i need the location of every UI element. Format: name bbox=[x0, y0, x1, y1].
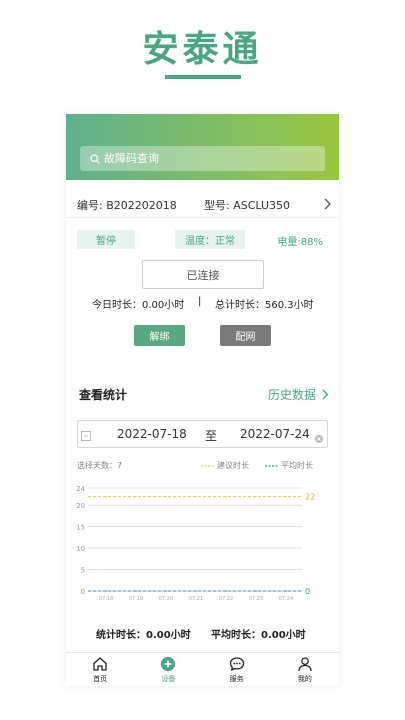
summary-row: 统计时长：0.00小时 平均时长：0.00小时 bbox=[66, 626, 339, 642]
x-tick-label: 07.23 bbox=[249, 596, 263, 602]
tab-label: 设备 bbox=[161, 675, 176, 683]
total-duration: 总计时长：560.3小时 bbox=[215, 300, 314, 311]
data-point bbox=[165, 590, 167, 592]
search-input[interactable] bbox=[104, 152, 319, 165]
series-end-label: 0 bbox=[305, 587, 310, 596]
time-row: 今日时长：0.00小时 | 总计时长：560.3小时 bbox=[66, 296, 339, 312]
tab-home[interactable]: 首页 bbox=[66, 653, 134, 686]
y-tick-label: 15 bbox=[76, 524, 85, 532]
home-icon bbox=[93, 657, 107, 671]
header-band bbox=[66, 114, 339, 180]
data-point bbox=[225, 495, 227, 498]
tab-bar: 首页 设备 服务 我的 bbox=[66, 652, 339, 686]
data-point bbox=[225, 590, 227, 592]
data-point bbox=[135, 590, 137, 592]
search-box[interactable] bbox=[80, 146, 325, 171]
x-tick-label: 07.22 bbox=[219, 596, 233, 602]
user-icon bbox=[298, 657, 312, 672]
tab-label: 服务 bbox=[229, 675, 244, 683]
x-tick-label: 07.24 bbox=[279, 596, 293, 602]
legend-suggest: 建议时长 bbox=[201, 461, 249, 470]
data-point bbox=[165, 495, 167, 498]
start-date[interactable]: 2022-07-18 bbox=[117, 427, 187, 441]
tab-label: 首页 bbox=[93, 675, 108, 683]
data-point bbox=[105, 495, 107, 498]
x-tick-label: 07.20 bbox=[159, 596, 173, 602]
x-tick-label: 07.18 bbox=[99, 596, 113, 602]
today-duration: 今日时长：0.00小时 bbox=[92, 300, 185, 311]
data-point bbox=[285, 495, 287, 498]
y-tick-label: 5 bbox=[81, 567, 85, 575]
average-duration: 平均时长：0.00小时 bbox=[211, 630, 306, 641]
legend-average: 平均时长 bbox=[265, 461, 313, 470]
data-point bbox=[135, 495, 137, 498]
history-data-label: 历史数据 bbox=[267, 388, 316, 402]
network-config-button[interactable]: 配网 bbox=[220, 325, 271, 346]
data-point bbox=[195, 495, 197, 498]
stat-duration: 统计时长：0.00小时 bbox=[96, 630, 191, 641]
days-row: 选择天数：7 建议时长 平均时长 bbox=[66, 458, 339, 472]
x-tick-label: 07.21 bbox=[189, 596, 203, 602]
days-selected: 选择天数：7 bbox=[77, 461, 123, 470]
data-point bbox=[105, 590, 107, 592]
app-title: 安泰通 bbox=[142, 29, 263, 70]
end-date[interactable]: 2022-07-24 bbox=[240, 427, 310, 441]
x-tick-label: 07.19 bbox=[129, 596, 143, 602]
device-number: 编号: B202202018 bbox=[77, 198, 177, 212]
chat-icon bbox=[229, 657, 244, 672]
history-data-link[interactable]: 历史数据 bbox=[268, 386, 329, 403]
data-point bbox=[255, 495, 257, 498]
device-model: 型号: ASCLU350 bbox=[204, 198, 291, 212]
chevron-right-icon[interactable] bbox=[323, 198, 331, 210]
series-end-label: 22 bbox=[305, 493, 315, 502]
data-point bbox=[195, 590, 197, 592]
date-range-picker[interactable]: 2022-07-18 至 2022-07-24 bbox=[77, 420, 328, 448]
stats-header: 查看统计 历史数据 bbox=[66, 386, 339, 404]
data-point bbox=[255, 590, 257, 592]
separator: | bbox=[198, 296, 202, 307]
y-tick-label: 20 bbox=[76, 502, 85, 510]
title-underline bbox=[165, 75, 241, 79]
phone-screen: 编号: B202202018 型号: ASCLU350 暂停 温度：正常 电量:… bbox=[66, 114, 339, 686]
search-icon bbox=[90, 149, 100, 168]
plus-circle-icon bbox=[161, 657, 176, 671]
data-point bbox=[285, 590, 287, 592]
unbind-button[interactable]: 解绑 bbox=[134, 325, 185, 346]
stats-title: 查看统计 bbox=[79, 388, 128, 402]
date-separator: 至 bbox=[205, 429, 218, 443]
connection-status-button[interactable]: 已连接 bbox=[142, 260, 264, 289]
y-tick-label: 10 bbox=[76, 545, 85, 553]
temperature-badge: 温度：正常 bbox=[175, 230, 245, 249]
tab-device[interactable]: 设备 bbox=[134, 653, 202, 686]
status-row: 暂停 温度：正常 电量:88% bbox=[66, 228, 339, 250]
duration-chart: 0 5 10 15 20 24 07.18 07.19 07.20 07.21 07.22 07.23… bbox=[76, 485, 315, 602]
tab-profile[interactable]: 我的 bbox=[271, 653, 339, 686]
calendar-icon bbox=[81, 430, 91, 441]
clear-icon[interactable] bbox=[315, 432, 323, 443]
device-info-row[interactable]: 编号: B202202018 型号: ASCLU350 bbox=[66, 192, 339, 218]
battery-level: 电量:88% bbox=[277, 237, 323, 248]
y-tick-label: 0 bbox=[81, 588, 85, 596]
chevron-right-icon bbox=[322, 389, 329, 400]
status-badge: 暂停 bbox=[77, 230, 135, 249]
tab-service[interactable]: 服务 bbox=[203, 653, 271, 686]
y-tick-label: 24 bbox=[76, 485, 85, 493]
tab-label: 我的 bbox=[297, 675, 312, 683]
